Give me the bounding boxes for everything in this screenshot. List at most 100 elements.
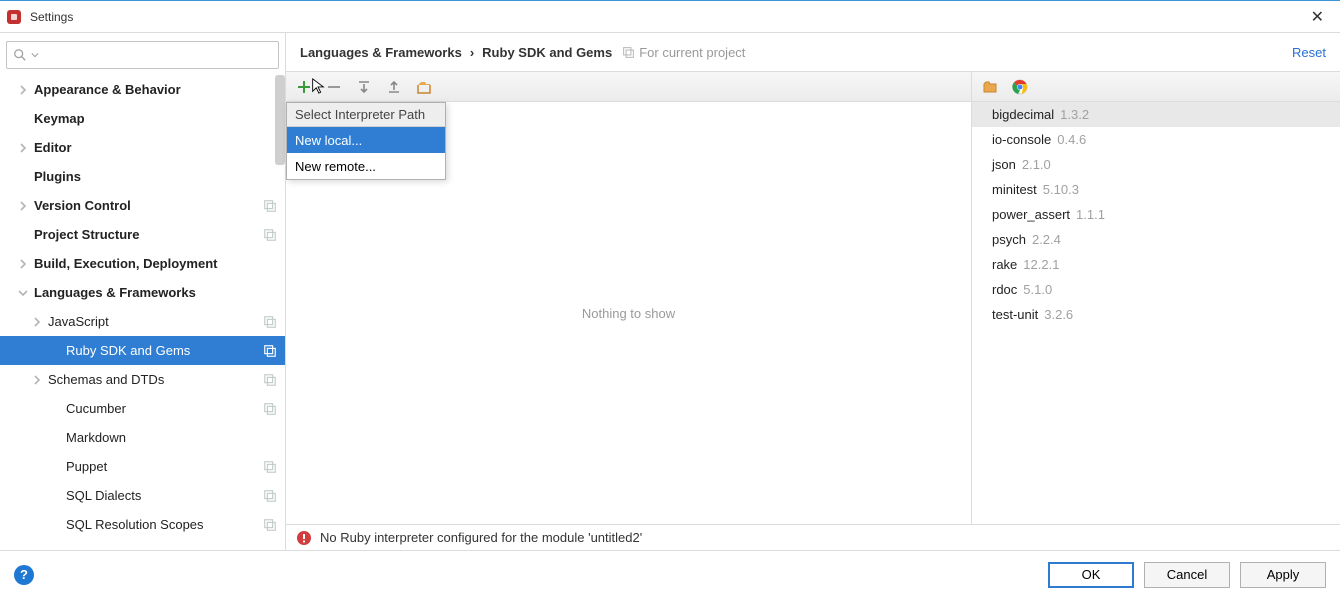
tree-label: Build, Execution, Deployment bbox=[34, 256, 277, 271]
breadcrumb-a[interactable]: Languages & Frameworks bbox=[300, 45, 462, 60]
window-title: Settings bbox=[30, 10, 1301, 24]
gem-row[interactable]: minitest5.10.3 bbox=[972, 177, 1340, 202]
edit-paths-icon bbox=[416, 79, 432, 95]
chrome-icon bbox=[1012, 79, 1028, 95]
tree-label: SQL Dialects bbox=[66, 488, 259, 503]
tree-node[interactable]: Build, Execution, Deployment bbox=[0, 249, 285, 278]
gem-row[interactable]: power_assert 1.1.1 bbox=[972, 202, 1340, 227]
cursor-icon bbox=[310, 78, 326, 94]
folder-icon bbox=[982, 79, 998, 95]
search-input[interactable] bbox=[45, 48, 272, 63]
gems-toolbar bbox=[972, 72, 1340, 102]
tree-node[interactable]: Keymap bbox=[0, 104, 285, 133]
tree-node[interactable]: Puppet bbox=[0, 452, 285, 481]
tree-label: SQL Resolution Scopes bbox=[66, 517, 259, 532]
move-down-icon bbox=[356, 79, 372, 95]
gem-name: power_assert bbox=[992, 207, 1070, 222]
copy-icon bbox=[263, 344, 277, 358]
open-folder-button[interactable] bbox=[982, 79, 998, 95]
main-panel: Languages & Frameworks › Ruby SDK and Ge… bbox=[286, 33, 1340, 550]
dialog-footer: ? OK Cancel Apply bbox=[0, 550, 1340, 598]
tree-node[interactable]: JavaScript bbox=[0, 307, 285, 336]
gem-row[interactable]: rake12.2.1 bbox=[972, 252, 1340, 277]
chevron-right-icon bbox=[32, 375, 42, 385]
status-text: No Ruby interpreter configured for the m… bbox=[320, 530, 642, 545]
gem-name: json bbox=[992, 157, 1016, 172]
tree-label: Appearance & Behavior bbox=[34, 82, 277, 97]
gem-version: 2.1.0 bbox=[1022, 157, 1051, 172]
chevron-right-icon bbox=[18, 259, 28, 269]
gem-name: test-unit bbox=[992, 307, 1038, 322]
sidebar: Appearance & Behavior Keymap Editor Plugins… bbox=[0, 33, 286, 550]
gem-row[interactable]: test-unit3.2.6 bbox=[972, 302, 1340, 327]
tree-label: Markdown bbox=[66, 430, 277, 445]
chevron-right-icon bbox=[18, 143, 28, 153]
remove-sdk-button[interactable] bbox=[326, 79, 342, 95]
apply-button[interactable]: Apply bbox=[1240, 562, 1326, 588]
tree-label: JavaScript bbox=[48, 314, 259, 329]
search-icon bbox=[13, 48, 27, 62]
gem-name: psych bbox=[992, 232, 1026, 247]
copy-icon bbox=[263, 373, 277, 387]
tree-node[interactable]: Schemas and DTDs bbox=[0, 365, 285, 394]
breadcrumb-sep: › bbox=[470, 45, 474, 60]
copy-icon bbox=[263, 489, 277, 503]
chevron-right-icon bbox=[32, 317, 42, 327]
tree-node[interactable]: Project Structure bbox=[0, 220, 285, 249]
gem-list: bigdecimal 1.3.2 io-console0.4.6 json 2.1.0 m… bbox=[972, 102, 1340, 524]
reset-link[interactable]: Reset bbox=[1292, 45, 1326, 60]
tree-node[interactable]: Appearance & Behavior bbox=[0, 75, 285, 104]
tree-label: Languages & Frameworks bbox=[34, 285, 277, 300]
tree-node[interactable]: SQL Dialects bbox=[0, 481, 285, 510]
tree-node[interactable]: Plugins bbox=[0, 162, 285, 191]
tree-node[interactable]: Editor bbox=[0, 133, 285, 162]
tree-node[interactable]: Ruby SDK and Gems bbox=[0, 336, 285, 365]
gem-row[interactable]: rdoc5.1.0 bbox=[972, 277, 1340, 302]
tree-node[interactable]: SQL Resolution Scopes bbox=[0, 510, 285, 539]
tree-label: Puppet bbox=[66, 459, 259, 474]
tree-label: Plugins bbox=[34, 169, 277, 184]
gem-row[interactable]: io-console0.4.6 bbox=[972, 127, 1340, 152]
tree-node[interactable]: Version Control bbox=[0, 191, 285, 220]
tree-label: Editor bbox=[34, 140, 277, 155]
tree-label: Cucumber bbox=[66, 401, 259, 416]
gem-row[interactable]: json 2.1.0 bbox=[972, 152, 1340, 177]
interpreter-dropdown: Select Interpreter Path New local...New … bbox=[286, 102, 446, 180]
gem-row[interactable]: bigdecimal 1.3.2 bbox=[972, 102, 1340, 127]
minus-icon bbox=[326, 79, 342, 95]
gem-version: 0.4.6 bbox=[1057, 132, 1086, 147]
gem-name: bigdecimal bbox=[992, 107, 1054, 122]
tree-node[interactable]: Cucumber bbox=[0, 394, 285, 423]
copy-icon bbox=[263, 228, 277, 242]
status-bar: No Ruby interpreter configured for the m… bbox=[286, 524, 1340, 550]
copy-icon bbox=[263, 518, 277, 532]
tree-node[interactable]: Markdown bbox=[0, 423, 285, 452]
close-button[interactable]: ✕ bbox=[1301, 7, 1334, 27]
tree-node[interactable]: Languages & Frameworks bbox=[0, 278, 285, 307]
ok-button[interactable]: OK bbox=[1048, 562, 1134, 588]
dropdown-item[interactable]: New remote... bbox=[287, 153, 445, 179]
copy-icon bbox=[263, 460, 277, 474]
edit-paths-button[interactable] bbox=[416, 79, 432, 95]
tree-label: Ruby SDK and Gems bbox=[66, 343, 259, 358]
copy-icon bbox=[622, 46, 635, 59]
move-up-button[interactable] bbox=[386, 79, 402, 95]
help-button[interactable]: ? bbox=[14, 565, 34, 585]
move-down-button[interactable] bbox=[356, 79, 372, 95]
gem-row[interactable]: psych 2.2.4 bbox=[972, 227, 1340, 252]
search-box[interactable] bbox=[6, 41, 279, 69]
dropdown-title: Select Interpreter Path bbox=[287, 103, 445, 127]
gem-version: 2.2.4 bbox=[1032, 232, 1061, 247]
tree-label: Keymap bbox=[34, 111, 277, 126]
chrome-button[interactable] bbox=[1012, 79, 1028, 95]
gem-version: 1.1.1 bbox=[1076, 207, 1105, 222]
cancel-button[interactable]: Cancel bbox=[1144, 562, 1230, 588]
scrollbar[interactable] bbox=[275, 75, 285, 165]
gem-version: 5.1.0 bbox=[1023, 282, 1052, 297]
project-scope-label: For current project bbox=[639, 45, 745, 60]
dropdown-item[interactable]: New local... bbox=[287, 127, 445, 153]
titlebar: Settings ✕ bbox=[0, 0, 1340, 32]
gem-version: 1.3.2 bbox=[1060, 107, 1089, 122]
move-up-icon bbox=[386, 79, 402, 95]
gem-name: minitest bbox=[992, 182, 1037, 197]
